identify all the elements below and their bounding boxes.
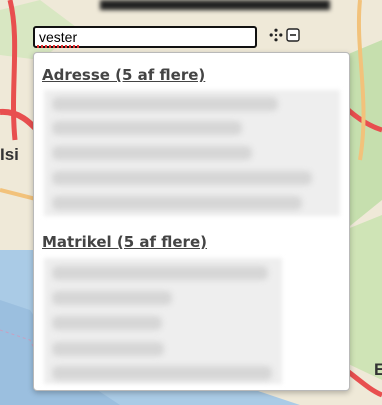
- list-item[interactable]: [52, 342, 164, 356]
- section-title-matrikel[interactable]: Matrikel (5 af flere): [42, 233, 207, 251]
- section-title-adresse[interactable]: Adresse (5 af flere): [42, 66, 205, 84]
- collapse-icon-glyph: [286, 28, 300, 42]
- move-icon-glyph: [269, 28, 283, 42]
- list-item[interactable]: [52, 171, 312, 185]
- move-icon[interactable]: [268, 27, 284, 43]
- list-item[interactable]: [52, 146, 252, 160]
- list-item[interactable]: [52, 366, 272, 380]
- map-place-label-left: Isi: [0, 145, 19, 164]
- collapse-icon[interactable]: [285, 27, 301, 43]
- blurred-header-text: [100, 0, 330, 10]
- list-item[interactable]: [52, 97, 278, 111]
- list-item[interactable]: [52, 291, 172, 305]
- spellcheck-underline: [37, 45, 79, 48]
- list-item[interactable]: [52, 316, 162, 330]
- list-item[interactable]: [52, 121, 242, 135]
- map-place-label-right: E: [374, 360, 382, 379]
- list-item[interactable]: [52, 196, 302, 210]
- list-item[interactable]: [52, 266, 268, 280]
